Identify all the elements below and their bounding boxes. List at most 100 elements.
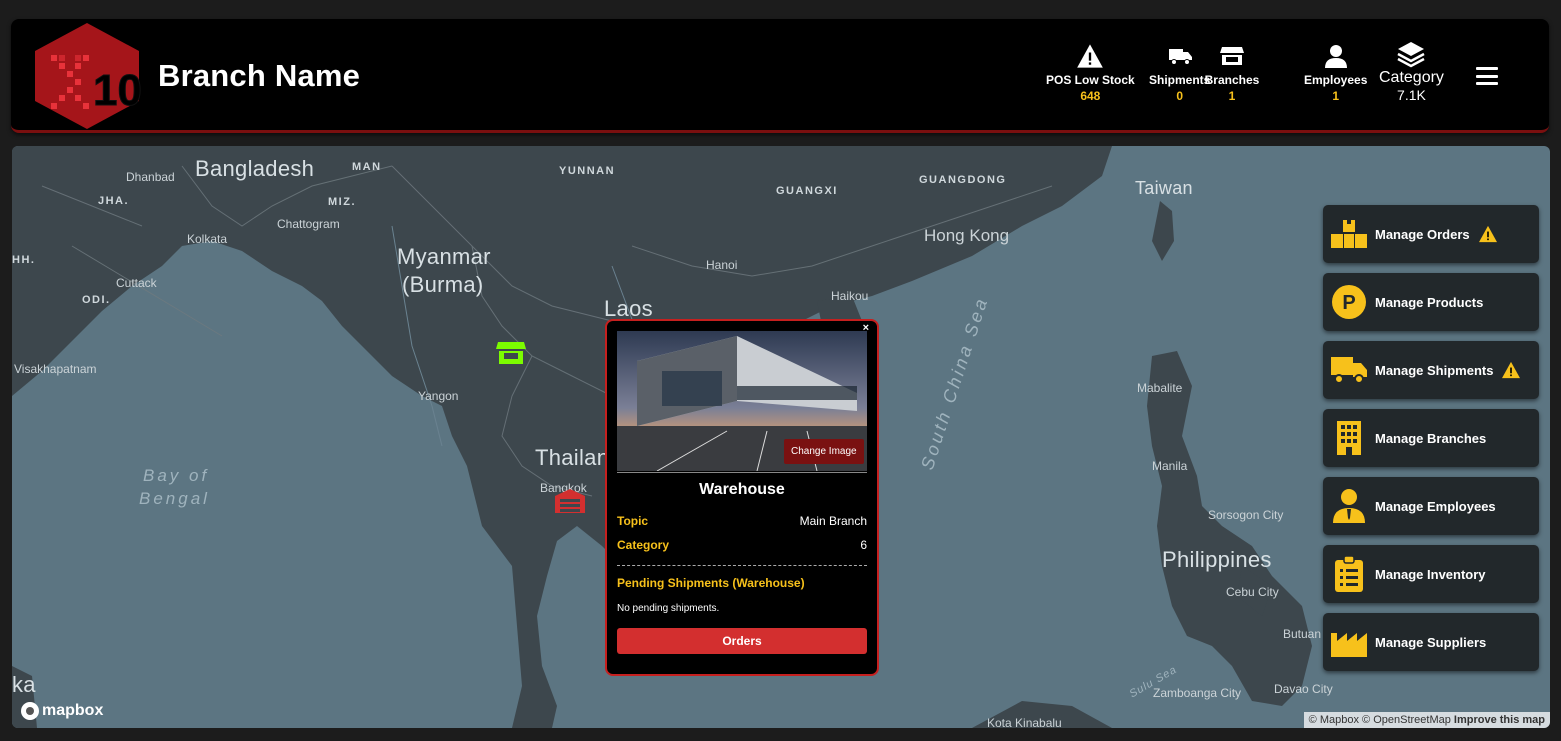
warning-icon	[1077, 44, 1104, 68]
orders-button[interactable]: Orders	[617, 628, 867, 654]
map-label-region: MAN	[352, 161, 382, 173]
category-value: 6	[860, 538, 867, 552]
svg-text:P: P	[1342, 292, 1355, 314]
category-row: Category 6	[617, 538, 867, 552]
employee-icon	[1331, 488, 1367, 524]
map-label-city: Kota Kinabalu	[987, 716, 1062, 728]
side-label: Manage Branches	[1375, 430, 1487, 446]
pending-shipments-title: Pending Shipments (Warehouse)	[617, 576, 805, 590]
factory-icon	[1331, 624, 1367, 660]
stat-employees[interactable]: Employees 1	[1304, 41, 1367, 103]
map-label-city: Zamboanga City	[1153, 686, 1242, 700]
map-label-country: Myanmar	[397, 244, 491, 269]
product-p-icon: P	[1331, 284, 1367, 320]
map-label-city: Kolkata	[187, 232, 228, 246]
manage-branches-button[interactable]: Manage Branches	[1323, 409, 1539, 467]
stat-label: Branches	[1204, 73, 1260, 87]
map-label-country: Bangladesh	[195, 156, 315, 181]
popup-title: Warehouse	[699, 481, 785, 498]
map-label-region: HH.	[12, 254, 36, 266]
branch-name-title: Branch Name	[158, 58, 361, 93]
layers-icon	[1397, 42, 1426, 68]
stat-label: POS Low Stock	[1046, 73, 1135, 87]
manage-suppliers-button[interactable]: Manage Suppliers	[1323, 613, 1539, 671]
map-label-city: Hanoi	[706, 258, 738, 272]
store-icon	[1220, 47, 1244, 65]
attribution-mapbox-link[interactable]: © Mapbox	[1309, 714, 1359, 726]
building-icon	[1331, 420, 1367, 456]
warning-icon	[1502, 361, 1521, 379]
change-image-button[interactable]: Change Image	[784, 439, 864, 464]
map-label-city: Dhanbad	[126, 170, 175, 184]
stat-value: 7.1K	[1397, 87, 1426, 103]
topic-row: Topic Main Branch	[617, 514, 867, 528]
map-label-region: GUANGDONG	[919, 174, 1007, 186]
category-label: Category	[617, 538, 670, 552]
map-label-region: YUNNAN	[559, 165, 616, 177]
clipboard-icon	[1331, 556, 1367, 592]
map-label-city: Chattogram	[277, 217, 340, 231]
map-label-city: Haikou	[831, 289, 869, 303]
manage-employees-button[interactable]: Manage Employees	[1323, 477, 1539, 535]
map-label-city: Sorsogon City	[1208, 508, 1284, 522]
warehouse-popup: × Change Image Warehouse Topic Main Bran…	[605, 319, 879, 676]
topic-label: Topic	[617, 514, 649, 528]
map-label-city: Visakhapatnam	[14, 362, 97, 376]
mapbox-logo-icon	[21, 702, 39, 720]
warning-icon	[1478, 225, 1497, 243]
mapbox-logo[interactable]: mapbox	[21, 702, 103, 720]
map-label-region: MIZ.	[328, 196, 356, 208]
top-header: 10 Branch Name POS Low Stock 648 Shipmen…	[11, 19, 1549, 133]
map-label-country: Philippines	[1162, 547, 1272, 572]
side-label: Manage Inventory	[1375, 566, 1486, 582]
map-label-sea: Bay of	[143, 466, 210, 485]
side-label: Manage Shipments	[1375, 362, 1494, 378]
side-label: Manage Products	[1375, 294, 1484, 310]
map-attribution: © Mapbox © OpenStreetMap Improve this ma…	[1303, 712, 1550, 728]
stat-label: Category	[1379, 69, 1444, 86]
popup-divider	[617, 472, 867, 473]
map-label-country: (Burma)	[402, 272, 484, 297]
map-label-region: ODI.	[82, 294, 111, 306]
map-label-city: Yangon	[418, 389, 459, 403]
map-label-city: Butuan	[1283, 627, 1322, 641]
stat-value: 648	[1080, 89, 1101, 103]
truck-icon	[1331, 352, 1367, 388]
map-label-country: ka	[12, 672, 36, 697]
hamburger-menu-icon[interactable]	[1476, 67, 1498, 85]
x10-logo: 10	[35, 23, 142, 129]
topic-value: Main Branch	[799, 514, 867, 528]
map-label-city: Cebu City	[1226, 585, 1279, 599]
boxes-icon	[1331, 216, 1367, 252]
stat-value: 1	[1332, 89, 1340, 103]
map-label-city: Cuttack	[116, 276, 157, 290]
map-label-sea: Bengal	[139, 489, 210, 508]
user-icon	[1324, 45, 1347, 68]
attribution-osm-link[interactable]: © OpenStreetMap	[1362, 714, 1451, 726]
manage-products-button[interactable]: P Manage Products	[1323, 273, 1539, 331]
stat-pos-low-stock[interactable]: POS Low Stock 648	[1046, 41, 1135, 103]
store-marker-icon[interactable]	[496, 340, 526, 366]
map-label-city: Mabalite	[1137, 381, 1183, 395]
mapbox-logo-text: mapbox	[42, 702, 104, 719]
map-label-region: JHA.	[98, 195, 130, 207]
map-label-city: Davao City	[1274, 682, 1333, 696]
map-label-country: Thailan	[535, 445, 610, 470]
stat-label: Employees	[1304, 73, 1368, 87]
truck-icon	[1168, 49, 1192, 65]
svg-text:10: 10	[93, 66, 142, 115]
map-label-city: Manila	[1152, 459, 1188, 473]
manage-orders-button[interactable]: Manage Orders	[1323, 205, 1539, 263]
improve-map-link[interactable]: Improve this map	[1454, 714, 1545, 726]
map-label-region: GUANGXI	[776, 185, 838, 197]
map-label-country: Taiwan	[1135, 178, 1193, 198]
manage-inventory-button[interactable]: Manage Inventory	[1323, 545, 1539, 603]
warehouse-marker-icon[interactable]	[554, 488, 586, 514]
side-label: Manage Employees	[1375, 498, 1496, 514]
manage-shipments-button[interactable]: Manage Shipments	[1323, 341, 1539, 399]
map-label-city: Hong Kong	[924, 226, 1010, 245]
popup-dashed-divider	[617, 565, 867, 566]
stat-branches[interactable]: Branches 1	[1201, 41, 1263, 103]
side-label: Manage Orders	[1375, 226, 1470, 242]
stat-category[interactable]: Category 7.1K	[1379, 39, 1444, 103]
